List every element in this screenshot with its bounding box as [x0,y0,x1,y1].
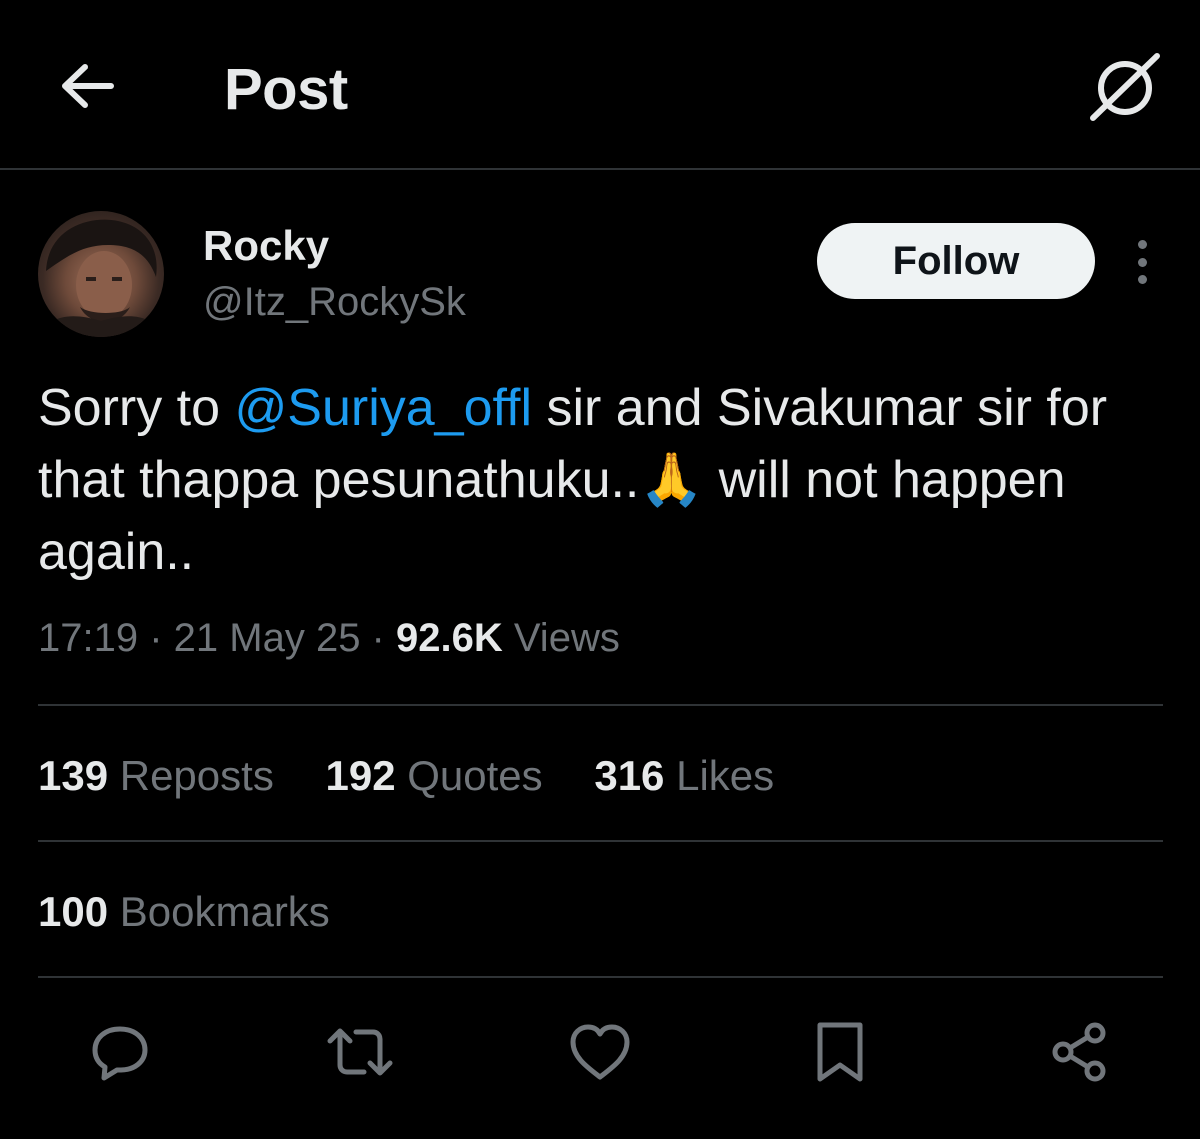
folded-hands-emoji: 🙏 [639,451,705,509]
like-button[interactable] [558,1010,642,1094]
dot [1137,240,1147,249]
reply-button[interactable] [78,1010,162,1094]
tweet-time[interactable]: 17:19 [38,616,138,660]
quotes-count: 192 [325,752,396,799]
likes-label: Likes [664,752,775,799]
bookmark-button[interactable] [798,1010,882,1094]
reposts-label: Reposts [108,752,274,799]
mention-link[interactable]: @Suriya_offl [235,379,533,437]
more-options-button[interactable] [1122,232,1162,292]
tweet-meta: 17:19 · 21 May 25 · 92.6K Views [38,616,620,661]
action-bar [0,1010,1200,1100]
divider [38,840,1163,842]
author-display-name[interactable]: Rocky [203,222,329,270]
tweet-text-part: Sorry to [38,379,235,437]
grok-icon [1085,50,1165,124]
repost-icon [324,1019,396,1085]
reposts-stat[interactable]: 139 Reposts [38,752,274,800]
back-button[interactable] [56,55,118,117]
avatar[interactable] [38,211,164,337]
like-icon [567,1021,633,1083]
quotes-stat[interactable]: 192 Quotes [326,752,543,800]
bookmarks-stat[interactable]: 100 Bookmarks [38,888,330,936]
engagement-stats: 139 Reposts 192 Quotes 316 Likes [38,752,814,800]
dot [1137,257,1147,267]
author-handle[interactable]: @Itz_RockySk [203,280,466,325]
reply-icon [87,1019,153,1085]
bookmarks-count: 100 [38,888,109,935]
page-title: Post [224,57,348,122]
views-count: 92.6K [395,616,503,660]
top-bar: Post [0,0,1200,170]
tweet-text: Sorry to @Suriya_offl sir and Sivakumar … [38,372,1163,588]
separator: · [138,616,174,660]
quotes-label: Quotes [395,752,543,799]
share-icon [1047,1019,1113,1085]
divider [38,976,1163,978]
repost-button[interactable] [318,1010,402,1094]
reposts-count: 139 [38,752,109,799]
bookmarks-label: Bookmarks [108,888,330,935]
separator: · [360,616,396,660]
views-label: Views [502,616,620,660]
follow-button[interactable]: Follow [817,223,1095,299]
divider [38,704,1163,706]
dot [1137,275,1147,284]
tweet-date[interactable]: 21 May 25 [174,616,361,660]
likes-stat[interactable]: 316 Likes [594,752,774,800]
share-button[interactable] [1038,1010,1122,1094]
bookmark-icon [812,1019,868,1085]
arrow-left-icon [57,61,117,111]
grok-button[interactable] [1084,50,1166,124]
likes-count: 316 [594,752,665,799]
